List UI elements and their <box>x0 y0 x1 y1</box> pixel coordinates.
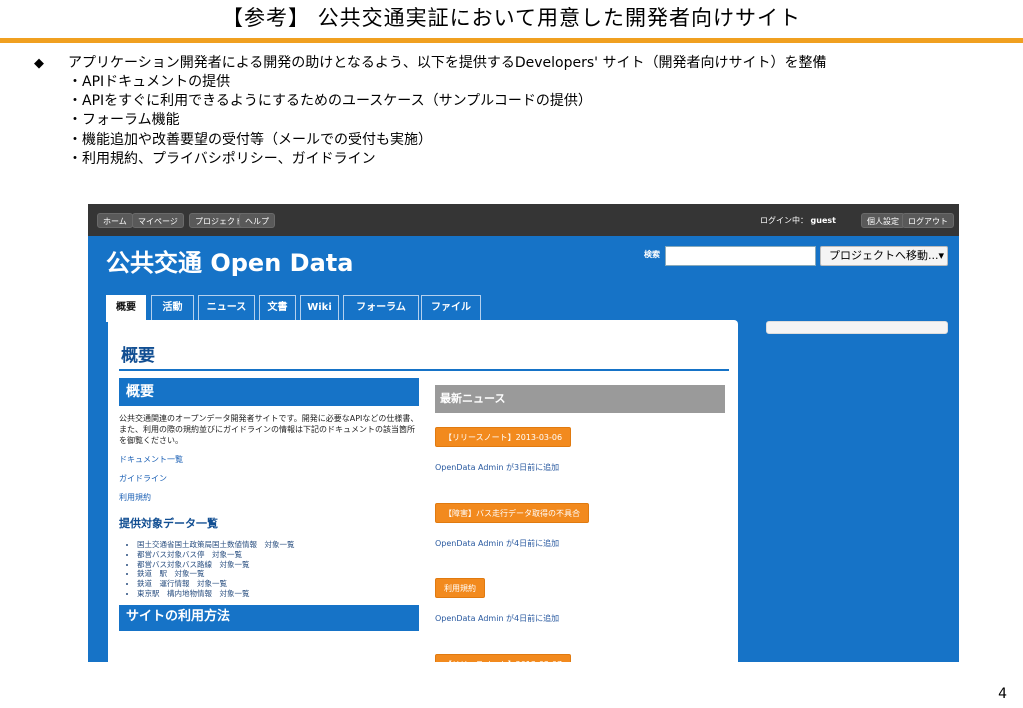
news-item: 【リリースノート】2013-03-07 <box>435 652 725 662</box>
news-title-button[interactable]: 【リリースノート】2013-03-06 <box>435 427 572 447</box>
news-column: 最新ニュース 【リリースノート】2013-03-06 OpenData Admi… <box>435 385 725 662</box>
nav-help-link[interactable]: ヘルプ <box>239 213 275 228</box>
feature-item: フォーラム機能 <box>68 111 826 130</box>
news-title-button[interactable]: 利用規約 <box>435 578 485 598</box>
login-user: guest <box>810 216 836 225</box>
news-title-button[interactable]: 【リリースノート】2013-03-07 <box>435 654 572 662</box>
terms-link[interactable]: 利用規約 <box>119 492 419 503</box>
lead-line: ◆ アプリケーション開発者による開発の助けとなるよう、以下を提供するDevelo… <box>34 54 826 73</box>
guidelines-link[interactable]: ガイドライン <box>119 473 419 484</box>
news-item: 【障害】バス走行データ取得の不具合 OpenData Admin が4日前に追加 <box>435 501 725 549</box>
tab-overview[interactable]: 概要 <box>106 295 146 322</box>
lead-text: アプリケーション開発者による開発の助けとなるよう、以下を提供するDevelope… <box>68 55 827 71</box>
feature-item: 利用規約、プライバシポリシー、ガイドライン <box>68 150 826 169</box>
slide-title: 【参考】 公共交通実証において用意した開発者向けサイト <box>221 6 802 30</box>
nav-home-link[interactable]: ホーム <box>97 213 133 228</box>
heading-divider <box>119 369 729 371</box>
data-list-item[interactable]: 国土交通省国土政策局国土数値情報 対象一覧 <box>137 540 419 550</box>
top-menu-bar: ホーム マイページ プロジェクト ヘルプ ログイン中： guest 個人設定 ロ… <box>88 204 959 236</box>
title-underline <box>0 38 1023 43</box>
news-meta: OpenData Admin が4日前に追加 <box>435 614 560 623</box>
project-jump-select[interactable]: プロジェクトへ移動...▾ <box>820 246 948 266</box>
feature-item: APIをすぐに利用できるようにするためのユースケース（サンプルコードの提供） <box>68 92 826 111</box>
news-title-button[interactable]: 【障害】バス走行データ取得の不具合 <box>435 503 589 523</box>
tab-activity[interactable]: 活動 <box>151 295 194 320</box>
feature-list: APIドキュメントの提供 APIをすぐに利用できるようにするためのユースケース（… <box>68 73 826 169</box>
documents-link[interactable]: ドキュメント一覧 <box>119 454 419 465</box>
developer-site-screenshot: ホーム マイページ プロジェクト ヘルプ ログイン中： guest 個人設定 ロ… <box>88 204 959 662</box>
search-label: 検索 <box>644 250 660 259</box>
data-list-item[interactable]: 鉄道 駅 対象一覧 <box>137 569 419 579</box>
search-input[interactable] <box>665 246 816 266</box>
overview-column: 概要 公共交通関連のオープンデータ開発者サイトです。開発に必要なAPIなどの仕様… <box>119 378 419 631</box>
project-title: 公共交通 Open Data <box>106 249 354 277</box>
page-number: 4 <box>998 686 1007 702</box>
data-list-heading: 提供対象データ一覧 <box>119 517 218 530</box>
tab-forums[interactable]: フォーラム <box>343 295 419 320</box>
intro-section: ◆ アプリケーション開発者による開発の助けとなるよう、以下を提供するDevelo… <box>34 54 826 169</box>
data-list-item[interactable]: 都営バス対象バス停 対象一覧 <box>137 550 419 560</box>
news-item: 【リリースノート】2013-03-06 OpenData Admin が3日前に… <box>435 425 725 473</box>
project-description: 公共交通関連のオープンデータ開発者サイトです。開発に必要なAPIなどの仕様書、ま… <box>119 414 419 445</box>
news-meta: OpenData Admin が3日前に追加 <box>435 463 560 472</box>
logout-link[interactable]: ログアウト <box>902 213 954 228</box>
tab-wiki[interactable]: Wiki <box>300 295 339 320</box>
news-meta: OpenData Admin が4日前に追加 <box>435 539 560 548</box>
login-status: ログイン中： guest <box>760 213 836 228</box>
tab-files[interactable]: ファイル <box>421 295 481 320</box>
news-item: 利用規約 OpenData Admin が4日前に追加 <box>435 576 725 624</box>
news-heading: 最新ニュース <box>435 385 725 413</box>
data-list-item[interactable]: 東京駅 構内地物情報 対象一覧 <box>137 589 419 599</box>
diamond-bullet-icon: ◆ <box>34 56 44 71</box>
tab-documents[interactable]: 文書 <box>259 295 296 320</box>
data-list: 国土交通省国土政策局国土数値情報 対象一覧 都営バス対象バス停 対象一覧 都営バ… <box>137 540 419 599</box>
feature-item: 機能追加や改善要望の受付等（メールでの受付も実施） <box>68 131 826 150</box>
sidebar-panel <box>766 321 948 334</box>
nav-mypage-link[interactable]: マイページ <box>132 213 184 228</box>
overview-box-heading: 概要 <box>119 378 419 406</box>
my-account-link[interactable]: 個人設定 <box>861 213 905 228</box>
page-heading: 概要 <box>121 346 155 366</box>
tab-news[interactable]: ニュース <box>198 295 255 320</box>
data-list-item[interactable]: 鉄道 運行情報 対象一覧 <box>137 579 419 589</box>
login-label: ログイン中： <box>760 216 808 225</box>
feature-item: APIドキュメントの提供 <box>68 73 826 92</box>
main-content: 概要 概要 公共交通関連のオープンデータ開発者サイトです。開発に必要なAPIなど… <box>108 320 738 662</box>
data-list-item[interactable]: 都営バス対象バス路線 対象一覧 <box>137 560 419 570</box>
usage-box-heading: サイトの利用方法 <box>119 604 419 631</box>
